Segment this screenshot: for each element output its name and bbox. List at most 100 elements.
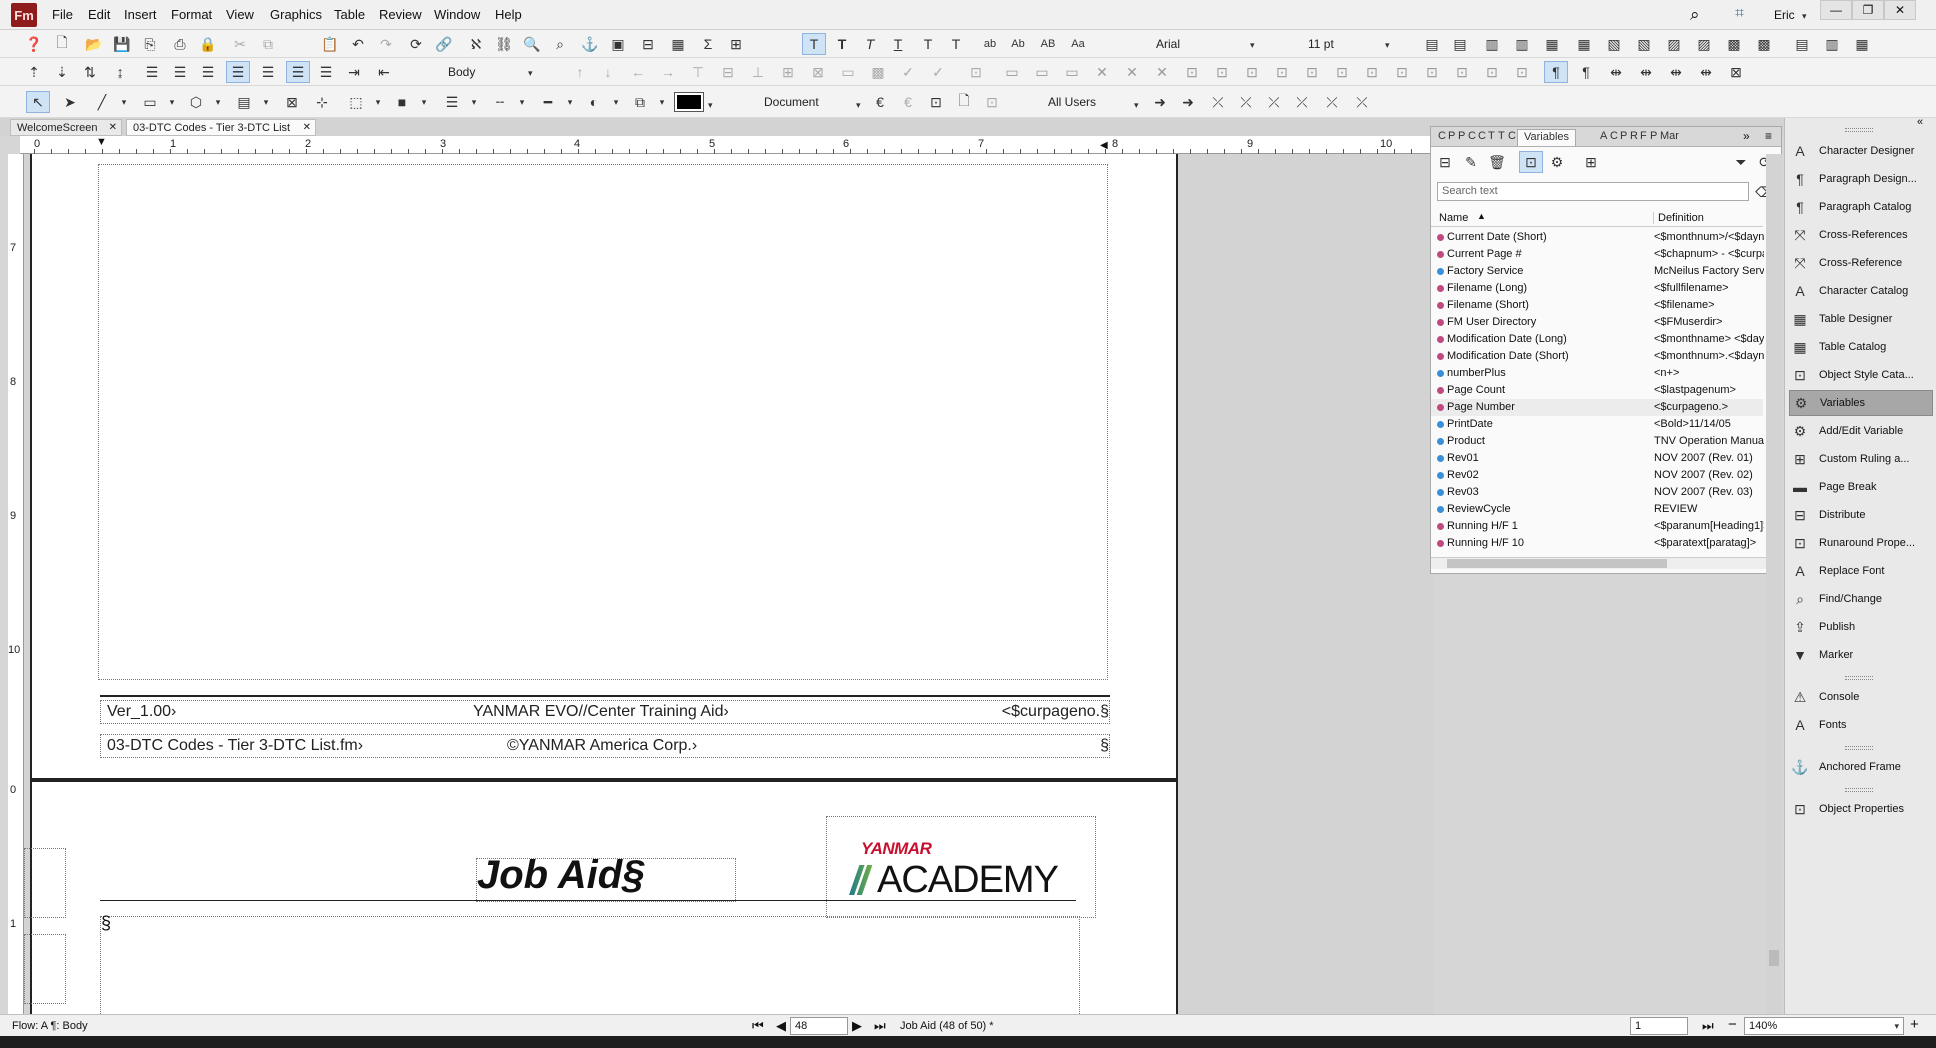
variable-options-icon[interactable]: ⊞ <box>1579 151 1603 173</box>
panel-grip[interactable] <box>1845 676 1873 680</box>
initial-caps-icon[interactable]: Ab <box>1006 33 1030 55</box>
horizontal-ruler[interactable]: 0 1 2 3 4 5 6 7 8 9 10 ▼ ◀ <box>20 136 1430 154</box>
line-width-icon[interactable]: ☰ <box>440 91 464 113</box>
restore-button[interactable]: ❐ <box>1852 0 1884 20</box>
change-nav-icon-2[interactable]: ⤫ <box>1290 91 1314 113</box>
widow-icon[interactable]: ⇹ <box>1664 61 1688 83</box>
link-icon[interactable]: 🔗 <box>432 33 456 55</box>
variables-search-input[interactable]: Search text <box>1437 182 1749 201</box>
panel-item-object-properties[interactable]: ⊡ Object Properties <box>1789 796 1933 822</box>
panel-item-fonts[interactable]: A Fonts <box>1789 712 1933 738</box>
align-objects-icon-9[interactable]: ⊡ <box>1240 61 1264 83</box>
table-col-right-icon[interactable]: → <box>656 61 680 83</box>
sort-ascending-icon[interactable]: ▲ <box>1477 211 1486 221</box>
line-spacing-fixed-icon[interactable]: ☰ <box>286 61 310 83</box>
list-item[interactable]: Product TNV Operation Manual <box>1431 433 1764 450</box>
select-text-tool-icon[interactable]: ↖ <box>26 91 50 113</box>
size-chevron-down-icon[interactable]: ▾ <box>1385 40 1390 51</box>
text-frame-caret-icon[interactable]: ▾ <box>254 91 278 113</box>
align-objects-icon-16[interactable]: ⊡ <box>1450 61 1474 83</box>
align-left-icon[interactable]: ☰ <box>140 61 164 83</box>
scope-chevron-down-icon[interactable]: ▾ <box>856 100 861 111</box>
dashed-line-caret-icon[interactable]: ▾ <box>558 91 582 113</box>
style-grid-icon-13[interactable]: ▤ <box>1790 33 1814 55</box>
panel-item-paragraph-catalog[interactable]: ¶ Paragraph Catalog <box>1789 194 1933 220</box>
panel-item-add-edit-variable[interactable]: ⚙ Add/Edit Variable <box>1789 418 1933 444</box>
zoom-in-icon[interactable]: + <box>1910 1016 1919 1033</box>
save-icon[interactable]: 💾 <box>110 33 134 55</box>
align-objects-icon-15[interactable]: ⊡ <box>1420 61 1444 83</box>
vertical-ruler[interactable]: 7 8 9 10 0 1 <box>8 154 24 1014</box>
bold-icon[interactable]: T <box>830 33 854 55</box>
superscript-icon[interactable]: T <box>916 33 940 55</box>
underline-icon[interactable]: T <box>886 33 910 55</box>
panel-item-publish[interactable]: ⇪ Publish <box>1789 614 1933 640</box>
italic-icon[interactable]: T <box>858 33 882 55</box>
body-text-frame[interactable] <box>98 164 1108 680</box>
select-object-tool-icon[interactable]: ➤ <box>58 91 82 113</box>
update-variable-icon[interactable]: ⚙ <box>1545 151 1569 173</box>
lock-icon[interactable]: 🔒 <box>196 33 220 55</box>
list-item[interactable]: FM User Directory <$FMuserdir> <box>1431 314 1763 331</box>
space-icon[interactable]: ⇅ <box>78 61 102 83</box>
align-objects-icon-11[interactable]: ⊡ <box>1300 61 1324 83</box>
track-accept-icon[interactable]: ⊡ <box>964 61 988 83</box>
previous-page-icon[interactable]: ◀ <box>776 1018 786 1034</box>
style-grid-icon-5[interactable]: ▦ <box>1540 33 1564 55</box>
zoom-select[interactable]: 140% ▾ <box>1744 1017 1904 1035</box>
fill-pattern-icon[interactable]: ⬚ <box>344 91 368 113</box>
style-grid-icon-2[interactable]: ▤ <box>1448 33 1472 55</box>
user-chevron-down-icon[interactable]: ▾ <box>1802 11 1807 22</box>
undo-icon[interactable]: ↶ <box>346 33 370 55</box>
insert-link-icon[interactable]: ⛓ <box>492 33 516 55</box>
rectangle-tool-icon[interactable]: ▭ <box>138 91 162 113</box>
table-icon[interactable]: ▦ <box>666 33 690 55</box>
align-objects-icon-17[interactable]: ⊡ <box>1480 61 1504 83</box>
panel-grip[interactable] <box>1845 746 1873 750</box>
list-item[interactable]: Modification Date (Long) <$monthname> <$d… <box>1431 331 1764 348</box>
delete-variable-icon[interactable]: 🗑 <box>1485 151 1509 173</box>
list-item[interactable]: ReviewCycle REVIEW <box>1431 501 1763 518</box>
list-item[interactable]: Rev02 NOV 2007 (Rev. 02) <box>1431 467 1763 484</box>
tab-variables[interactable]: Variables <box>1517 129 1577 146</box>
list-icon[interactable]: ☰ <box>314 61 338 83</box>
fill-pattern-caret-icon[interactable]: ▾ <box>366 91 390 113</box>
list-item[interactable]: Filename (Short) <$filename> <box>1431 297 1763 314</box>
graphic-frame-tool-icon[interactable]: ⊠ <box>280 91 304 113</box>
track-show-icon[interactable]: ⊡ <box>924 91 948 113</box>
anchor-icon[interactable]: ⚓ <box>578 33 602 55</box>
menu-graphics[interactable]: Graphics <box>270 7 322 22</box>
panel-item-character-catalog[interactable]: A Character Catalog <box>1789 278 1933 304</box>
lowercase-icon[interactable]: ab <box>978 33 1002 55</box>
keep-icon[interactable]: ⇹ <box>1634 61 1658 83</box>
pen-pattern-caret-icon[interactable]: ▾ <box>412 91 436 113</box>
indent-marker-icon[interactable]: ▼ <box>96 136 107 148</box>
tab-close-icon[interactable]: ✕ <box>109 122 117 133</box>
column-definition[interactable]: Definition <box>1653 212 1704 224</box>
list-item[interactable]: numberPlus <n+> <box>1431 365 1763 382</box>
panel-item-custom-ruling[interactable]: ⊞ Custom Ruling a... <box>1789 446 1933 472</box>
panel-item-cross-reference[interactable]: ⤧ Cross-Reference <box>1789 250 1933 276</box>
tab-close-icon[interactable]: ✕ <box>303 122 311 133</box>
users-select[interactable]: All Users <box>1044 92 1144 112</box>
align-objects-icon-14[interactable]: ⊡ <box>1390 61 1414 83</box>
scrollbar-thumb[interactable] <box>1447 559 1667 568</box>
justify-icon[interactable]: ☰ <box>226 61 250 83</box>
side-frame-1[interactable] <box>24 848 66 918</box>
track-scope-select[interactable]: Document <box>760 92 870 112</box>
insert-variable-icon[interactable]: ⊟ <box>1433 151 1457 173</box>
style-grid-icon-7[interactable]: ▧ <box>1602 33 1626 55</box>
view-jump-icon[interactable]: ⏭ <box>1702 1018 1714 1034</box>
list-item[interactable]: Rev01 NOV 2007 (Rev. 01) <box>1431 450 1763 467</box>
view-number-input[interactable]: 1 <box>1630 1017 1688 1035</box>
subscript-icon[interactable]: T <box>944 33 968 55</box>
panel-item-page-break[interactable]: ▬ Page Break <box>1789 474 1933 500</box>
style-grid-icon-11[interactable]: ▩ <box>1722 33 1746 55</box>
paste-icon[interactable]: 📋 <box>318 33 342 55</box>
print-icon[interactable]: ⎙ <box>168 33 192 55</box>
track-prev-icon[interactable]: € <box>896 91 920 113</box>
table-align-bottom-icon[interactable]: ⊥ <box>746 61 770 83</box>
cut-icon[interactable]: ✂ <box>228 33 252 55</box>
change-nav-icon-4[interactable]: ⤫ <box>1350 91 1374 113</box>
align-center-icon[interactable]: ☰ <box>168 61 192 83</box>
